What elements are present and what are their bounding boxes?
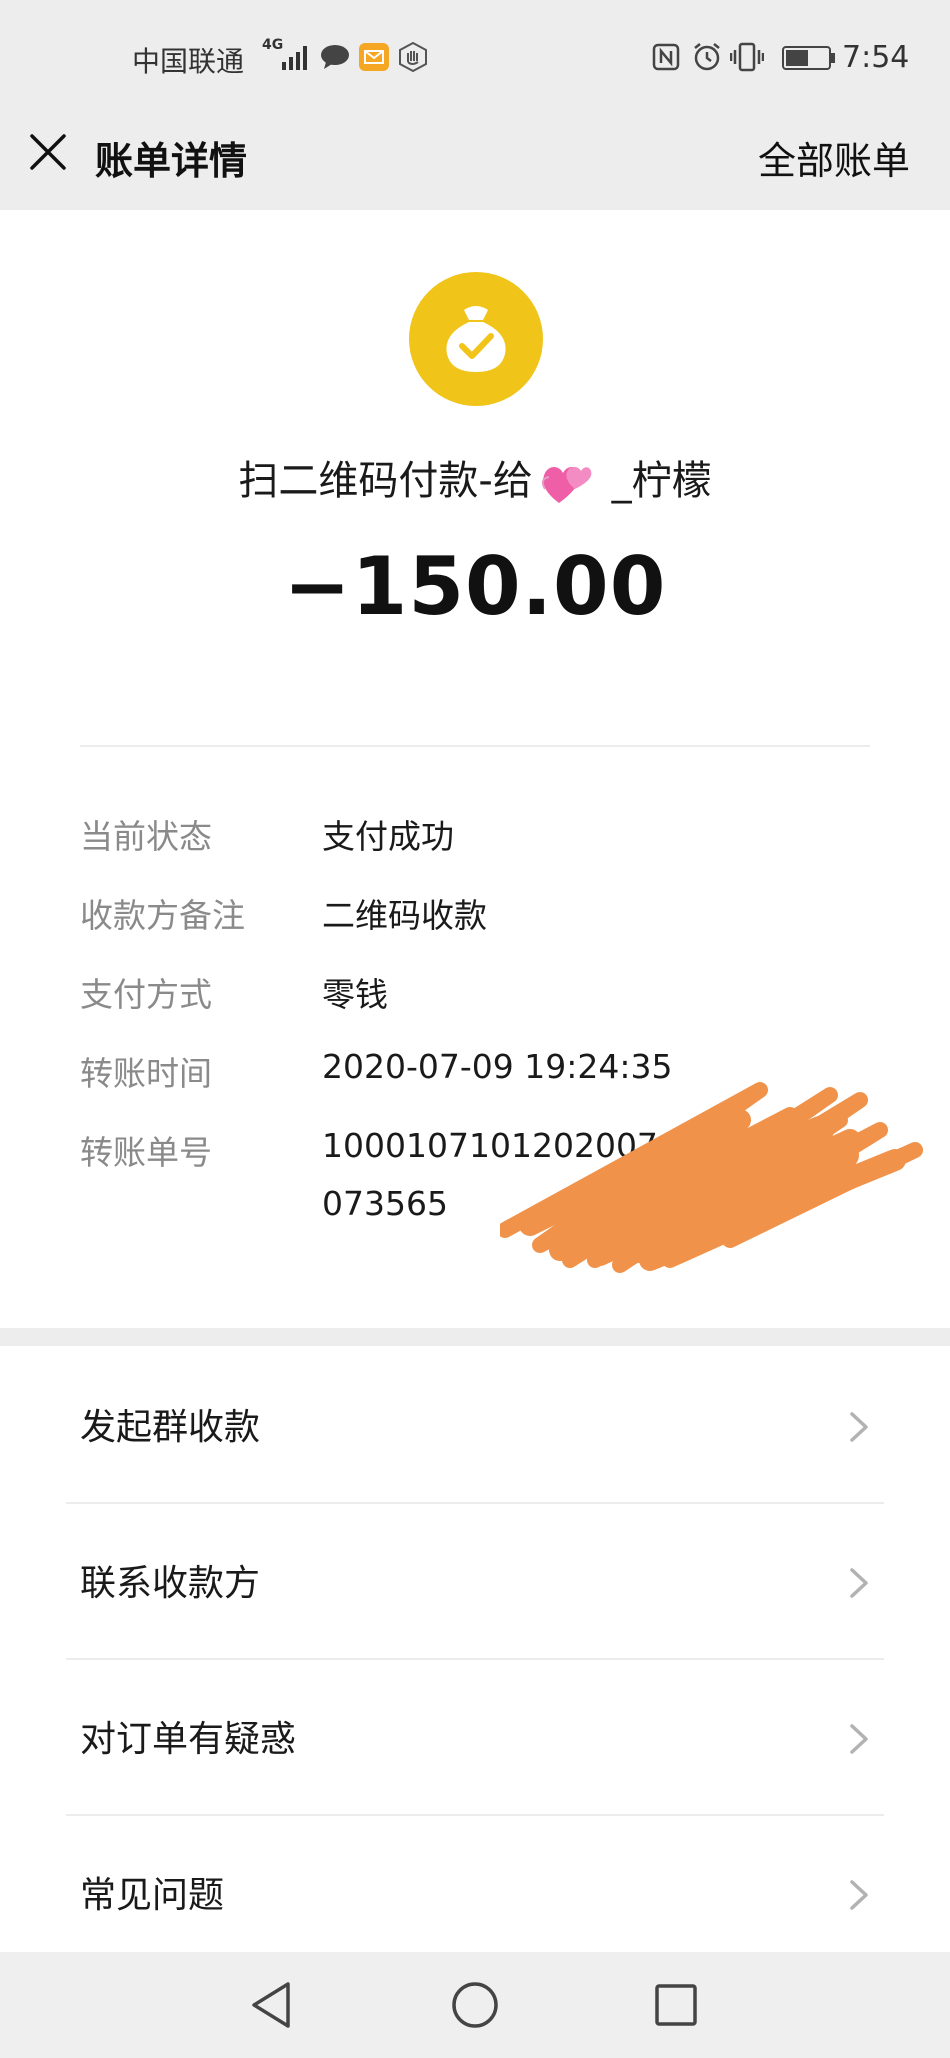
page-title: 账单详情: [95, 139, 248, 183]
money-bag-check-icon: [409, 272, 543, 406]
network-type: 4G: [262, 37, 284, 53]
clock-time: 7:54: [842, 40, 910, 75]
transaction-title-suffix: _柠檬: [598, 458, 712, 504]
chevron-right-icon: [850, 1568, 868, 1598]
message-icon: [321, 45, 349, 69]
back-icon[interactable]: [250, 1980, 292, 2030]
alarm-icon: [694, 43, 720, 71]
transaction-title: 扫二维码付款-给 _柠檬: [0, 448, 950, 507]
detail-value-method: 零钱: [322, 975, 388, 1014]
action-group-collect[interactable]: 发起群收款: [0, 1346, 950, 1501]
chevron-right-icon: [850, 1724, 868, 1754]
detail-label-time: 转账时间: [80, 1054, 212, 1093]
action-order-question[interactable]: 对订单有疑惑: [0, 1660, 950, 1815]
transaction-amount: −150.00: [283, 540, 667, 633]
close-icon[interactable]: [28, 132, 68, 172]
detail-value-remark: 二维码收款: [322, 896, 487, 935]
action-contact-payee[interactable]: 联系收款方: [0, 1504, 950, 1659]
recent-apps-icon[interactable]: [654, 1983, 698, 2027]
two-hearts-icon: [541, 466, 592, 503]
detail-label-method: 支付方式: [80, 975, 212, 1014]
home-icon[interactable]: [451, 1981, 499, 2029]
hand-icon: [399, 42, 427, 72]
vibrate-icon: [730, 42, 764, 72]
all-bills-link[interactable]: 全部账单: [758, 130, 910, 185]
mail-icon: [359, 43, 389, 71]
redaction-scribble: [500, 1082, 923, 1273]
transaction-title-prefix: 扫二维码付款-给: [238, 458, 533, 504]
action-label-contact-payee: 联系收款方: [80, 1563, 261, 1604]
action-faq[interactable]: 常见问题: [0, 1816, 950, 1971]
chevron-right-icon: [850, 1412, 868, 1442]
action-label-order-question: 对订单有疑惑: [80, 1719, 297, 1760]
signal-icon: [282, 46, 307, 70]
chevron-right-icon: [850, 1880, 868, 1910]
battery-icon: [782, 46, 835, 70]
action-label-faq: 常见问题: [80, 1875, 225, 1916]
detail-label-order-number: 转账单号: [80, 1133, 212, 1172]
nfc-icon: [652, 43, 680, 71]
detail-value-status: 支付成功: [322, 817, 454, 856]
carrier-label: 中国联通: [132, 45, 245, 78]
action-label-group-collect: 发起群收款: [80, 1407, 261, 1448]
detail-value-order-number-line2: 073565: [322, 1184, 448, 1223]
detail-label-status: 当前状态: [80, 817, 212, 856]
detail-label-remark: 收款方备注: [80, 896, 245, 935]
divider: [80, 745, 870, 747]
